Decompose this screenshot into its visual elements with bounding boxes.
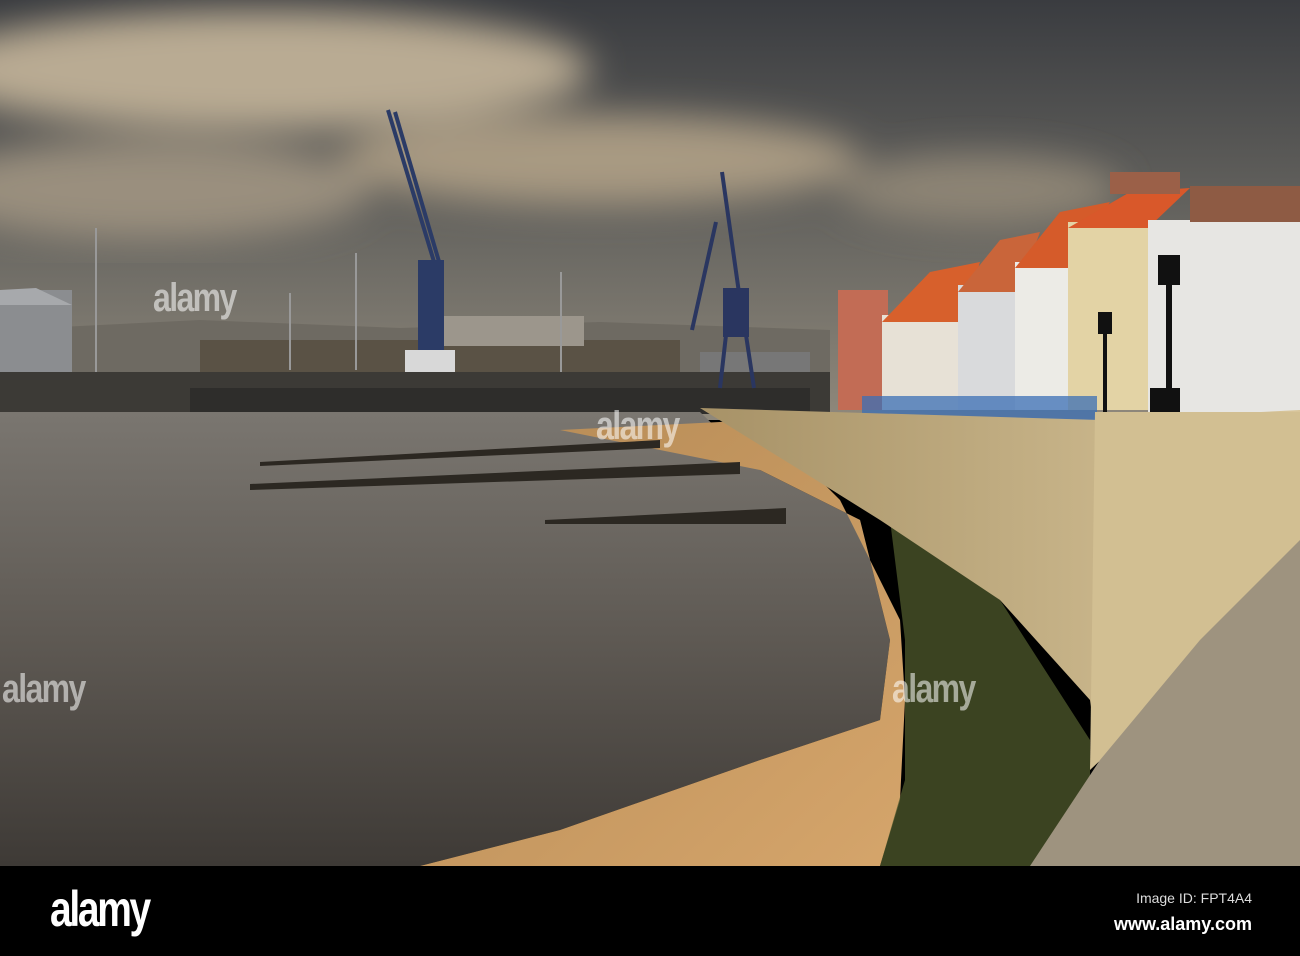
- alamy-logo: alamy: [50, 881, 151, 937]
- footer-bar: alamy Image ID: FPT4A4 www.alamy.com: [0, 866, 1300, 956]
- site-url: www.alamy.com: [1113, 914, 1252, 934]
- watermark: alamy: [153, 276, 237, 320]
- watermark: alamy: [596, 404, 680, 448]
- image-id: Image ID: FPT4A4: [1136, 890, 1252, 906]
- watermark: alamy: [2, 667, 86, 711]
- watermark: alamy: [892, 667, 976, 711]
